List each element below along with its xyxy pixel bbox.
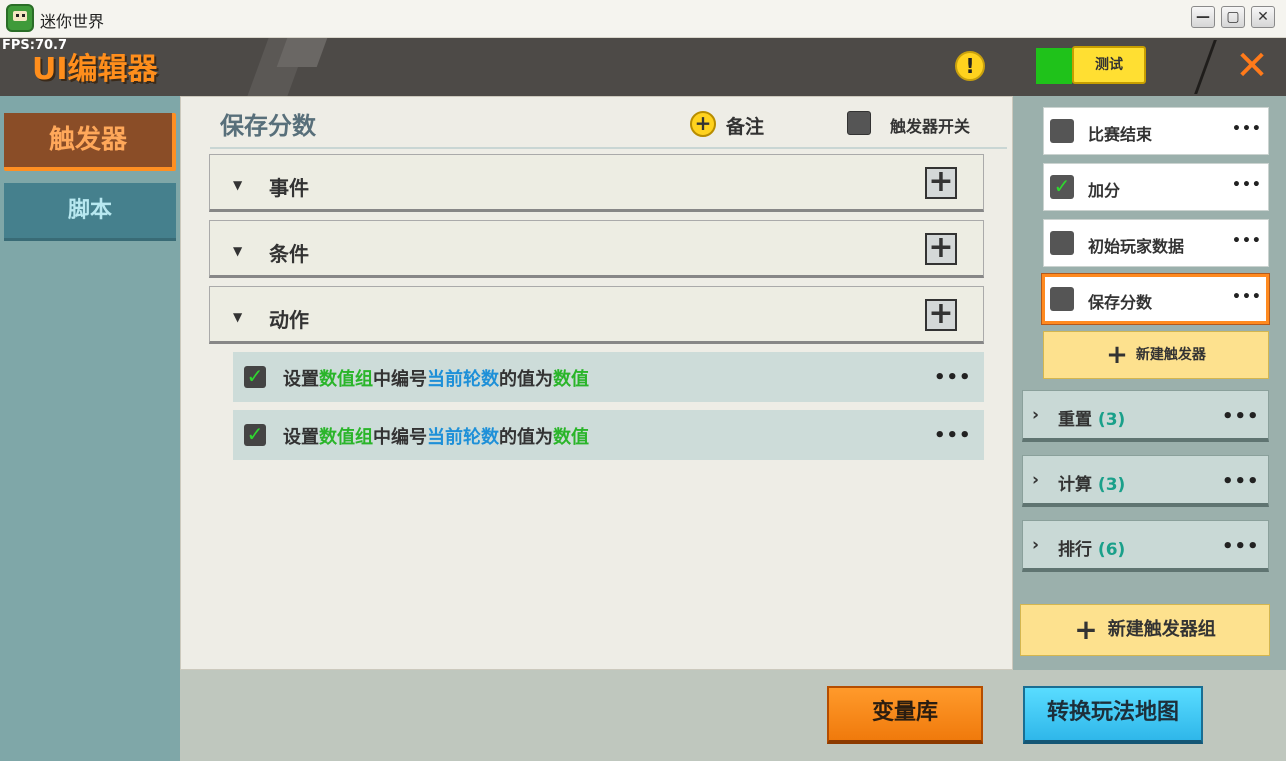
warning-icon[interactable]: ! (955, 51, 985, 81)
trigger-switch-checkbox[interactable] (847, 111, 871, 135)
trigger-checkbox[interactable] (1050, 119, 1074, 143)
action-text[interactable]: 设置数值组中编号当前轮数的值为数值 (283, 423, 589, 449)
param-value[interactable]: 数值 (553, 427, 589, 448)
param-current-round[interactable]: 当前轮数 (427, 369, 499, 390)
chevron-right-icon: › (1032, 470, 1040, 490)
tab-trigger[interactable]: 触发器 (4, 113, 172, 167)
trigger-title: 保存分数 (220, 112, 316, 140)
plus-icon: + (1074, 613, 1098, 646)
trigger-checkbox[interactable]: ✓ (1050, 175, 1074, 199)
note-label[interactable]: 备注 (726, 112, 764, 139)
param-number-group[interactable]: 数值组 (319, 427, 373, 448)
more-options-icon[interactable]: ••• (1222, 471, 1260, 492)
section-event-label: 事件 (269, 176, 309, 200)
param-current-round[interactable]: 当前轮数 (427, 427, 499, 448)
action-text-part: 的值为 (499, 427, 553, 448)
divider (210, 147, 1007, 149)
trigger-group-label: 排行 (6) (1058, 540, 1126, 560)
trigger-checkbox[interactable] (1050, 287, 1074, 311)
section-event[interactable] (209, 154, 984, 212)
new-trigger-group-button[interactable]: + 新建触发器组 (1020, 604, 1270, 656)
minimize-button[interactable]: — (1191, 6, 1215, 28)
new-trigger-button[interactable]: + 新建触发器 (1043, 331, 1269, 379)
collapse-triangle-icon[interactable]: ▼ (233, 244, 242, 258)
section-action-label: 动作 (269, 308, 309, 332)
window-titlebar (0, 0, 1286, 38)
add-event-button[interactable]: + (925, 167, 957, 199)
more-options-icon[interactable]: ••• (1232, 177, 1262, 193)
collapse-triangle-icon[interactable]: ▼ (233, 310, 242, 324)
close-editor-icon[interactable]: ✕ (1232, 46, 1272, 86)
test-status-indicator (1036, 48, 1072, 84)
more-options-icon[interactable]: ••• (934, 367, 972, 388)
new-trigger-label: 新建触发器 (1135, 347, 1206, 363)
add-condition-button[interactable]: + (925, 233, 957, 265)
maximize-button[interactable]: ▢ (1221, 6, 1245, 28)
more-options-icon[interactable]: ••• (1222, 536, 1260, 557)
variable-library-button[interactable]: 变量库 (827, 686, 983, 744)
trigger-checkbox[interactable] (1050, 231, 1074, 255)
action-text-part: 的值为 (499, 369, 553, 390)
section-action[interactable] (209, 286, 984, 344)
fps-counter: FPS:70.7 (2, 38, 68, 53)
trigger-item-label: 加分 (1088, 181, 1121, 200)
window-close-button[interactable]: ✕ (1251, 6, 1275, 28)
more-options-icon[interactable]: ••• (1232, 121, 1262, 137)
window-title: 迷你世界 (40, 12, 105, 31)
action-text-part: 中编号 (373, 369, 427, 390)
section-condition-label: 条件 (269, 242, 309, 266)
action-text[interactable]: 设置数值组中编号当前轮数的值为数值 (283, 365, 589, 391)
add-note-icon[interactable]: + (690, 111, 716, 137)
trigger-group-label: 重置 (3) (1058, 410, 1126, 430)
collapse-triangle-icon[interactable]: ▼ (233, 178, 242, 192)
convert-map-button[interactable]: 转换玩法地图 (1023, 686, 1203, 744)
chevron-right-icon: › (1032, 405, 1040, 425)
action-text-part: 设置 (283, 427, 319, 448)
section-condition[interactable] (209, 220, 984, 278)
more-options-icon[interactable]: ••• (1222, 406, 1260, 427)
trigger-group-label: 计算 (3) (1058, 475, 1126, 495)
add-action-button[interactable]: + (925, 299, 957, 331)
action-checkbox[interactable]: ✓ (244, 424, 266, 446)
param-number-group[interactable]: 数值组 (319, 369, 373, 390)
chevron-right-icon: › (1032, 535, 1040, 555)
plus-icon: + (1106, 340, 1128, 370)
trigger-item-label: 比赛结束 (1088, 125, 1153, 144)
action-text-part: 中编号 (373, 427, 427, 448)
more-options-icon[interactable]: ••• (934, 425, 972, 446)
app-icon (6, 4, 34, 32)
trigger-switch-label: 触发器开关 (890, 117, 971, 136)
test-button[interactable]: 测试 (1072, 46, 1146, 84)
more-options-icon[interactable]: ••• (1232, 289, 1262, 305)
more-options-icon[interactable]: ••• (1232, 233, 1262, 249)
trigger-item-label: 初始玩家数据 (1088, 237, 1185, 256)
action-text-part: 设置 (283, 369, 319, 390)
trigger-item-label: 保存分数 (1088, 293, 1153, 312)
action-checkbox[interactable]: ✓ (244, 366, 266, 388)
tab-script[interactable]: 脚本 (4, 183, 176, 241)
new-trigger-group-label: 新建触发器组 (1107, 619, 1216, 640)
param-value[interactable]: 数值 (553, 369, 589, 390)
